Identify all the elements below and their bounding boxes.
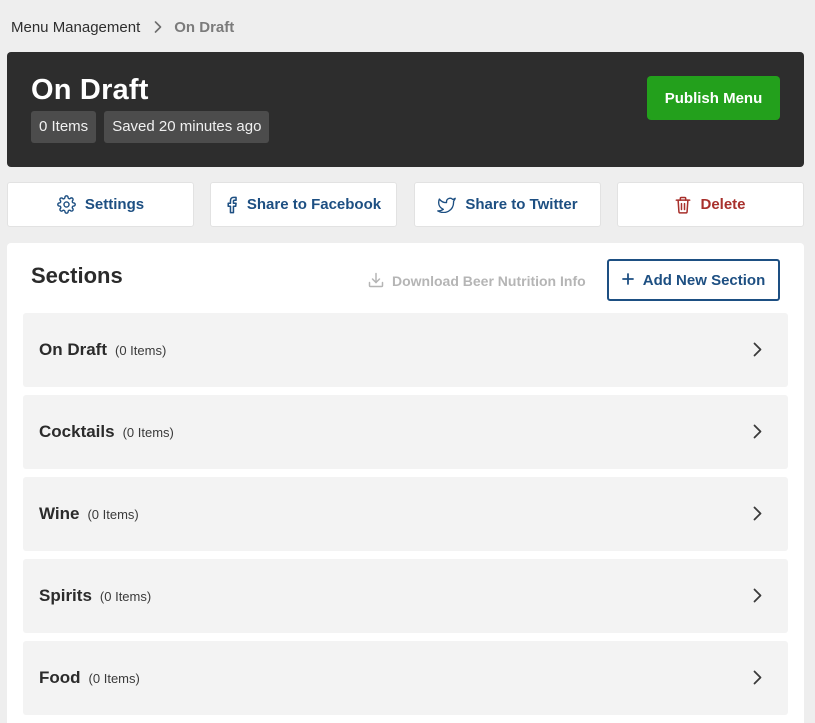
chevron-right-icon bbox=[753, 670, 762, 690]
section-row-cocktails[interactable]: Cocktails (0 Items) bbox=[23, 395, 788, 469]
gear-icon bbox=[57, 195, 76, 214]
section-name: Spirits bbox=[39, 586, 92, 605]
breadcrumb-menu-management[interactable]: Menu Management bbox=[11, 19, 140, 36]
section-item-count: (0 Items) bbox=[115, 342, 167, 358]
publish-menu-button[interactable]: Publish Menu bbox=[647, 76, 780, 120]
download-beer-nutrition-link[interactable]: Download Beer Nutrition Info bbox=[368, 272, 586, 290]
items-count-badge: 0 Items bbox=[31, 111, 97, 143]
section-name: Food bbox=[39, 668, 81, 687]
chevron-right-icon bbox=[753, 342, 762, 362]
share-facebook-button[interactable]: Share to Facebook bbox=[210, 182, 397, 227]
section-row-spirits[interactable]: Spirits (0 Items) bbox=[23, 559, 788, 633]
section-name: On Draft bbox=[39, 340, 107, 359]
sections-heading: Sections bbox=[31, 263, 123, 288]
delete-button[interactable]: Delete bbox=[617, 182, 804, 227]
add-new-section-button[interactable]: Add New Section bbox=[607, 259, 780, 301]
section-item-count: (0 Items) bbox=[122, 424, 174, 440]
delete-label: Delete bbox=[700, 196, 746, 213]
section-name: Wine bbox=[39, 504, 80, 523]
section-item-count: (0 Items) bbox=[88, 670, 140, 686]
chevron-right-icon bbox=[753, 424, 762, 444]
action-bar: Settings Share to Facebook Share to Twit… bbox=[7, 182, 804, 227]
section-name: Cocktails bbox=[39, 422, 115, 441]
breadcrumb-current: On Draft bbox=[174, 18, 235, 36]
share-facebook-label: Share to Facebook bbox=[246, 196, 382, 213]
twitter-icon bbox=[437, 197, 457, 213]
chevron-right-icon bbox=[154, 21, 162, 33]
download-label: Download Beer Nutrition Info bbox=[392, 273, 586, 289]
saved-status-badge: Saved 20 minutes ago bbox=[104, 111, 270, 143]
settings-button[interactable]: Settings bbox=[7, 182, 194, 227]
header-tags: 0 Items Saved 20 minutes ago bbox=[31, 111, 270, 143]
add-new-section-label: Add New Section bbox=[642, 271, 766, 289]
breadcrumb: Menu Management On Draft bbox=[11, 17, 234, 37]
facebook-icon bbox=[226, 196, 238, 214]
plus-icon bbox=[621, 272, 634, 289]
chevron-right-icon bbox=[753, 506, 762, 526]
sections-panel: Sections Download Beer Nutrition Info Ad… bbox=[7, 243, 804, 723]
menu-header: On Draft 0 Items Saved 20 minutes ago Pu… bbox=[7, 52, 804, 167]
section-item-count: (0 Items) bbox=[87, 506, 139, 522]
section-row-wine[interactable]: Wine (0 Items) bbox=[23, 477, 788, 551]
section-item-count: (0 Items) bbox=[99, 588, 152, 604]
chevron-right-icon bbox=[753, 588, 762, 608]
section-row-food[interactable]: Food (0 Items) bbox=[23, 641, 788, 715]
share-twitter-label: Share to Twitter bbox=[465, 196, 578, 213]
section-row-on-draft[interactable]: On Draft (0 Items) bbox=[23, 313, 788, 387]
settings-label: Settings bbox=[84, 196, 145, 213]
page-title: On Draft bbox=[31, 74, 149, 106]
download-icon bbox=[368, 272, 384, 291]
trash-icon bbox=[675, 196, 691, 214]
share-twitter-button[interactable]: Share to Twitter bbox=[414, 182, 601, 227]
